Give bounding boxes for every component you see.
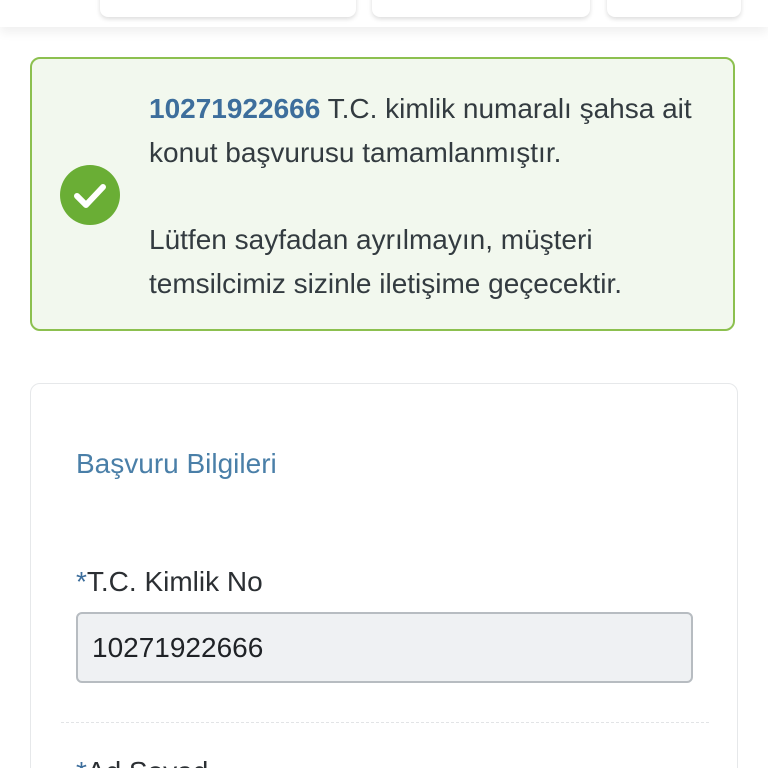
required-mark: * [76, 756, 87, 768]
check-circle-icon [60, 165, 120, 225]
alert-message: 10271922666 T.C. kimlik numaralı şahsa a… [149, 87, 719, 306]
tc-number-input[interactable] [76, 612, 693, 683]
success-alert: 10271922666 T.C. kimlik numaralı şahsa a… [30, 57, 735, 331]
top-card[interactable] [372, 0, 590, 17]
section-title: Başvuru Bilgileri [76, 448, 277, 479]
top-card[interactable] [100, 0, 356, 17]
application-result-page: 10271922666 T.C. kimlik numaralı şahsa a… [0, 0, 768, 768]
top-card-strip [0, 0, 768, 27]
name-field-label: *Ad Soyad [76, 756, 208, 768]
required-mark: * [76, 566, 87, 597]
top-card[interactable] [607, 0, 741, 17]
application-info-card: Başvuru Bilgileri *T.C. Kimlik No *Ad So… [30, 383, 738, 768]
alert-message-line-1: 10271922666 T.C. kimlik numaralı şahsa a… [149, 87, 719, 175]
name-field-label-text: Ad Soyad [87, 756, 208, 768]
tc-field-label-text: T.C. Kimlik No [86, 566, 263, 597]
tc-number-highlight: 10271922666 [149, 93, 321, 124]
alert-message-part-2: Lütfen sayfadan ayrılmayın, müşteri tems… [149, 224, 623, 299]
tc-field-label: *T.C. Kimlik No [76, 566, 263, 598]
field-divider [61, 722, 709, 723]
